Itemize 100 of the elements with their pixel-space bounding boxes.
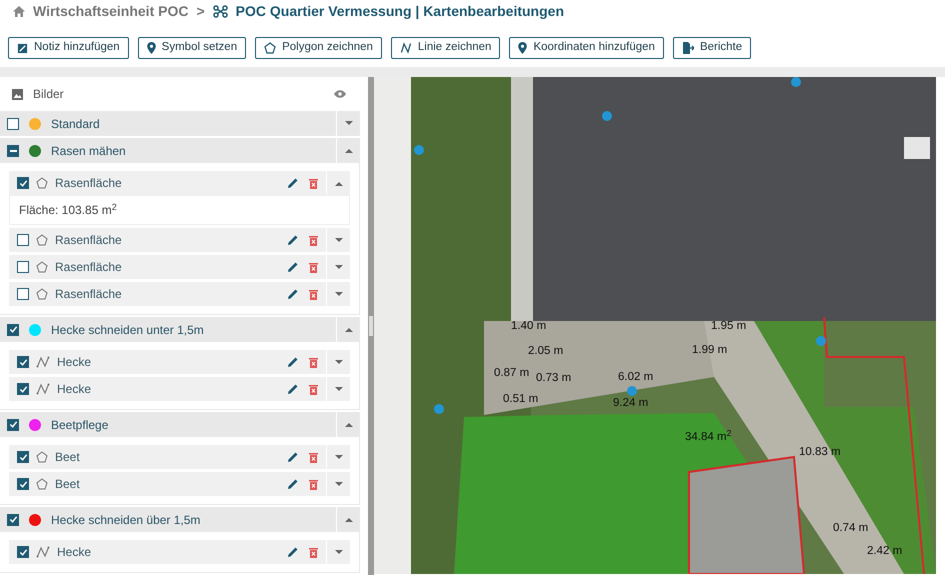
layer-header[interactable]: Hecke schneiden unter 1,5m xyxy=(0,317,360,342)
toolbar-button[interactable]: Koordinaten hinzufügen xyxy=(509,37,664,59)
trash-icon[interactable] xyxy=(309,384,318,394)
caret-down-icon[interactable] xyxy=(334,550,342,554)
layer-name: Hecke schneiden über 1,5m xyxy=(51,512,200,528)
measurement-label: 9.24 m xyxy=(613,396,648,411)
trash-icon[interactable] xyxy=(309,546,318,558)
trash-icon[interactable] xyxy=(309,356,318,368)
checkbox[interactable] xyxy=(17,177,29,189)
layer-header[interactable]: Hecke schneiden über 1,5m xyxy=(0,507,360,532)
toolbar-button[interactable]: Polygon zeichnen xyxy=(255,37,382,59)
caret-up-icon[interactable] xyxy=(344,148,352,153)
checkbox[interactable] xyxy=(17,451,29,463)
feature-row[interactable]: Rasenfläche xyxy=(9,255,350,279)
layer-name: Beetpflege xyxy=(51,416,108,434)
pencil-icon[interactable] xyxy=(288,289,298,299)
caret-up-icon[interactable] xyxy=(334,180,342,186)
caret-down-icon[interactable] xyxy=(334,292,342,296)
polyline-icon xyxy=(400,42,412,54)
feature-row[interactable]: Hecke xyxy=(9,540,350,564)
trash-icon[interactable] xyxy=(309,288,318,300)
feature-row[interactable]: Rasenfläche xyxy=(9,171,350,195)
feature-row[interactable]: Beet xyxy=(9,472,350,496)
layer-name: Hecke schneiden unter 1,5m xyxy=(51,322,204,338)
pencil-icon[interactable] xyxy=(288,452,298,462)
pencil-icon[interactable] xyxy=(288,384,298,394)
measurement-label: 6.02 m xyxy=(618,370,654,385)
caret-up-icon[interactable] xyxy=(344,327,352,332)
pentagon-icon xyxy=(264,42,276,54)
caret-down-icon[interactable] xyxy=(334,264,342,270)
trash-icon[interactable] xyxy=(309,178,318,188)
pencil-icon[interactable] xyxy=(288,547,298,557)
feature-row[interactable]: Beet xyxy=(9,445,350,469)
pentagon-icon xyxy=(36,451,48,463)
caret-up-icon[interactable] xyxy=(344,422,352,427)
checkbox[interactable] xyxy=(17,234,29,246)
caret-down-icon[interactable] xyxy=(334,360,342,364)
pencil-icon[interactable] xyxy=(288,357,298,367)
trash-icon[interactable] xyxy=(309,262,318,272)
note-icon xyxy=(17,42,28,54)
splitter-handle[interactable] xyxy=(368,77,374,575)
checkbox[interactable] xyxy=(7,324,19,336)
pentagon-icon xyxy=(36,261,48,273)
feature-row[interactable]: Hecke xyxy=(9,350,350,374)
pentagon-icon xyxy=(36,234,48,246)
map-pin-icon xyxy=(518,42,528,54)
checkbox[interactable] xyxy=(7,514,19,526)
measurement-label: 0.51 m xyxy=(503,392,538,407)
trash-icon[interactable] xyxy=(309,452,318,462)
polyline-icon xyxy=(36,356,50,368)
feature-name: Hecke xyxy=(57,354,92,371)
checkbox[interactable] xyxy=(7,418,19,430)
measurement-label: 1.95 m xyxy=(711,319,746,334)
feature-row[interactable]: Rasenfläche xyxy=(9,282,350,306)
feature-name: Rasenfläche xyxy=(55,232,122,249)
feature-name: Rasenfläche xyxy=(55,259,122,276)
checkbox[interactable] xyxy=(17,288,29,300)
caret-down-icon[interactable] xyxy=(334,454,342,460)
pencil-icon[interactable] xyxy=(288,235,298,245)
checkbox[interactable] xyxy=(17,261,29,273)
toolbar-button[interactable]: Berichte xyxy=(672,37,752,59)
caret-down-icon[interactable] xyxy=(334,386,342,392)
home-icon[interactable] xyxy=(13,6,25,16)
section-title: Bilder xyxy=(33,86,64,103)
checkbox[interactable] xyxy=(17,546,29,558)
layer-name: Standard xyxy=(51,116,100,132)
eye-icon[interactable] xyxy=(334,90,346,98)
checkbox[interactable] xyxy=(7,118,19,130)
layer-header[interactable]: Rasen mähen xyxy=(0,138,360,163)
feature-name: Hecke xyxy=(57,544,92,561)
pentagon-icon xyxy=(36,478,48,490)
toolbar-button[interactable]: Linie zeichnen xyxy=(390,37,500,59)
breadcrumb-link[interactable]: Wirtschaftseinheit POC xyxy=(33,0,188,22)
measurement-label: 10.83 m xyxy=(799,445,841,460)
trash-icon[interactable] xyxy=(309,234,318,246)
checkbox[interactable] xyxy=(17,356,29,368)
toolbar-button[interactable]: Notiz hinzufügen xyxy=(8,37,129,59)
caret-down-icon[interactable] xyxy=(334,482,342,486)
caret-up-icon[interactable] xyxy=(344,517,352,522)
caret-down-icon[interactable] xyxy=(344,121,352,126)
feature-row[interactable]: Hecke xyxy=(9,377,350,401)
layer-header[interactable]: Beetpflege xyxy=(0,412,360,437)
feature-row[interactable]: Rasenfläche xyxy=(9,228,350,252)
pencil-icon[interactable] xyxy=(288,262,298,272)
layer-header[interactable]: Standard xyxy=(0,111,360,136)
pencil-icon[interactable] xyxy=(288,178,298,188)
page-title: POC Quartier Vermessung | Kartenbearbeitungen xyxy=(236,2,564,22)
pencil-icon[interactable] xyxy=(288,479,298,489)
toolbar-button[interactable]: Symbol setzen xyxy=(138,37,246,59)
checkbox[interactable] xyxy=(17,478,29,490)
feature-name: Hecke xyxy=(57,381,92,398)
checkbox[interactable] xyxy=(7,144,19,156)
feature-name: Rasenfläche xyxy=(55,286,122,303)
feature-name: Beet xyxy=(55,449,80,466)
trash-icon[interactable] xyxy=(309,478,318,490)
checkbox[interactable] xyxy=(17,383,29,395)
image-icon xyxy=(12,88,23,100)
map-pin-icon xyxy=(146,42,156,54)
caret-down-icon[interactable] xyxy=(334,238,342,242)
area-value: Fläche: 103.85 m$^{2}$ xyxy=(19,201,117,219)
